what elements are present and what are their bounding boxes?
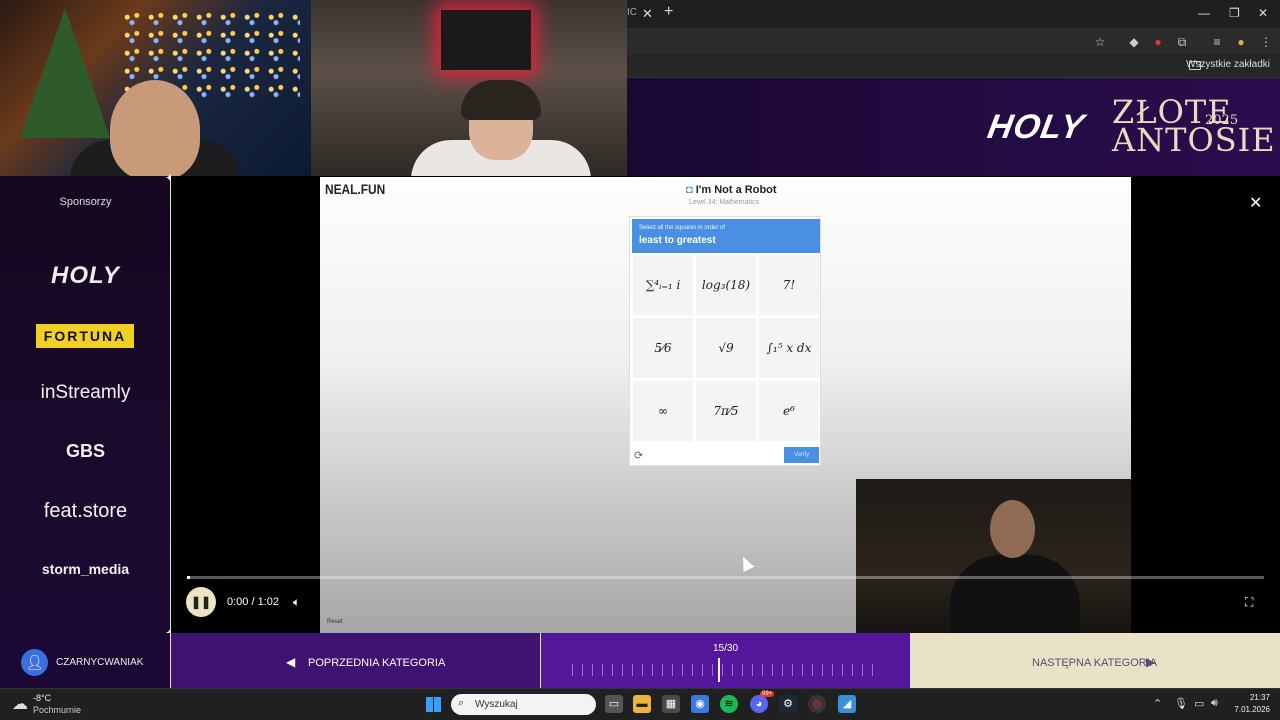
category-counter: 15/30 — [713, 643, 739, 654]
captcha-cell[interactable]: log₃(18) — [696, 255, 756, 315]
bookmark-star-icon[interactable]: ☆ — [1093, 35, 1107, 49]
app-icon[interactable]: ◢ — [838, 695, 856, 713]
menu-dots-icon[interactable]: ⋮ — [1259, 35, 1273, 49]
extension-icon[interactable]: ◆ — [1127, 35, 1141, 49]
slider-ticks — [572, 664, 882, 676]
arrow-left-icon: ◀ — [286, 655, 296, 669]
streamer-hair — [461, 80, 541, 120]
new-tab-icon[interactable]: + — [664, 3, 673, 21]
tab-title-fragment[interactable]: IC — [627, 7, 637, 18]
captcha-cell[interactable]: ∑⁴ᵢ₌₁ i — [633, 255, 693, 315]
microphone-icon[interactable]: 🎙︎ — [1174, 697, 1188, 710]
captcha-cell[interactable]: 7! — [759, 255, 819, 315]
game-title: ◘ I'm Not a Robot — [686, 184, 777, 196]
taskbar-search-input[interactable]: Wyszukaj — [451, 694, 596, 715]
pause-button[interactable]: ❚❚ — [186, 587, 216, 617]
captcha-instruction: least to greatest — [639, 235, 716, 246]
obs-icon[interactable]: ◎ — [808, 695, 826, 713]
event-year: 2025 — [1205, 113, 1239, 128]
captcha-cell[interactable]: 7π⁄5 — [696, 381, 756, 441]
tray-chevron-icon[interactable]: ⌃ — [1153, 697, 1162, 710]
fullscreen-icon[interactable]: ⛶ — [1245, 595, 1253, 610]
holy-logo: HOLY — [984, 108, 1088, 146]
minimize-icon[interactable]: — — [1198, 6, 1210, 20]
sponsor-instreamly: inStreamly — [40, 382, 131, 403]
captcha-cell[interactable]: ∫₁⁵ x dx — [759, 318, 819, 378]
sponsor-gbs: GBS — [65, 441, 105, 461]
file-explorer-icon[interactable]: ▬ — [633, 695, 651, 713]
volume-icon[interactable]: 🔈︎ — [293, 595, 300, 610]
slider-marker[interactable] — [718, 658, 720, 682]
windows-start-icon[interactable] — [426, 697, 441, 712]
browser-tab-bar — [627, 0, 1280, 28]
all-bookmarks-link[interactable]: Wszystkie zakładki — [1186, 59, 1270, 70]
game-title-text: I'm Not a Robot — [695, 184, 777, 196]
captcha-cell[interactable]: ∞ — [633, 381, 693, 441]
game-level: Level 34: Mathematics — [689, 199, 760, 206]
webcam-streamer-1 — [0, 0, 311, 176]
video-progress-fill — [187, 576, 190, 579]
captcha-cell[interactable]: e⁶ — [759, 381, 819, 441]
close-window-icon[interactable]: ✕ — [1258, 6, 1268, 20]
previous-category-label[interactable]: POPRZEDNIA KATEGORIA — [308, 657, 445, 669]
profile-avatar-icon[interactable]: ● — [1234, 35, 1248, 49]
christmas-tree — [20, 8, 110, 138]
site-logo[interactable]: NEAL.FUN — [325, 181, 385, 197]
tab-close-icon[interactable]: ✕ — [642, 6, 653, 22]
discord-icon[interactable]: ◕ — [750, 695, 768, 713]
search-icon: ⌕ — [458, 697, 465, 709]
next-category-label[interactable]: NASTĘPNA KATEGORIA — [1032, 657, 1157, 669]
reset-link[interactable]: Reset — [327, 619, 343, 625]
notification-badge: 99+ — [760, 691, 775, 697]
username: CZARNYCWANIAK — [56, 657, 144, 668]
arrow-right-icon: ▶ — [1146, 655, 1156, 669]
refresh-icon[interactable]: ⟳ — [634, 449, 643, 462]
captcha-cell[interactable]: 5⁄6 — [633, 318, 693, 378]
sponsors-title: Sponsorzy — [59, 196, 112, 208]
weather-condition[interactable]: Pochmurnie — [33, 705, 81, 715]
close-icon[interactable]: ✕ — [1249, 193, 1262, 213]
facecam-face — [990, 500, 1035, 558]
video-progress-track[interactable] — [187, 576, 1264, 579]
weather-temp[interactable]: -8°C — [33, 693, 51, 703]
spotify-icon[interactable]: ≋ — [720, 695, 738, 713]
store-icon[interactable]: ▦ — [662, 695, 680, 713]
category-slider[interactable] — [541, 633, 910, 688]
captcha-cell[interactable]: √9 — [696, 318, 756, 378]
speaker-icon[interactable]: 🔊︎ — [1211, 697, 1218, 710]
bookmarks-bar — [627, 54, 1280, 78]
verify-button[interactable]: Verify — [784, 447, 819, 463]
video-time: 0:00 / 1:02 — [227, 596, 279, 608]
sponsor-fortuna: FORTUNA — [36, 324, 134, 348]
cloud-weather-icon[interactable]: ☁ — [12, 694, 28, 714]
extensions-puzzle-icon[interactable]: ⧉ — [1175, 35, 1189, 49]
tv-red-glow — [441, 10, 531, 70]
opera-extension-icon[interactable]: ● — [1151, 35, 1165, 49]
robot-icon: ◘ — [686, 184, 693, 196]
user-avatar-icon[interactable]: 👤︎ — [21, 649, 48, 676]
network-icon[interactable]: ▭ — [1194, 697, 1204, 710]
sponsor-stormmedia: storm_media — [41, 561, 130, 577]
sponsor-featstore: feat.store — [43, 500, 128, 522]
restore-icon[interactable]: ❐ — [1229, 6, 1240, 20]
webcam-streamer-2 — [311, 0, 627, 176]
steam-icon[interactable]: ⚙ — [779, 695, 797, 713]
event-title-line2: ANTOSIE — [1112, 121, 1276, 159]
taskbar-clock[interactable]: 21:37 — [1232, 693, 1270, 702]
media-control-icon[interactable]: ≡ — [1210, 35, 1224, 49]
taskbar-date[interactable]: 7.01.2026 — [1232, 705, 1270, 714]
captcha-instruction-small: Select all the squares in order of — [639, 225, 726, 231]
task-view-icon[interactable]: ▭ — [605, 695, 623, 713]
chrome-icon[interactable]: ◉ — [691, 695, 709, 713]
sponsor-holy: HOLY — [51, 262, 120, 289]
streamer-face — [110, 80, 200, 176]
facecam-body — [950, 555, 1080, 633]
